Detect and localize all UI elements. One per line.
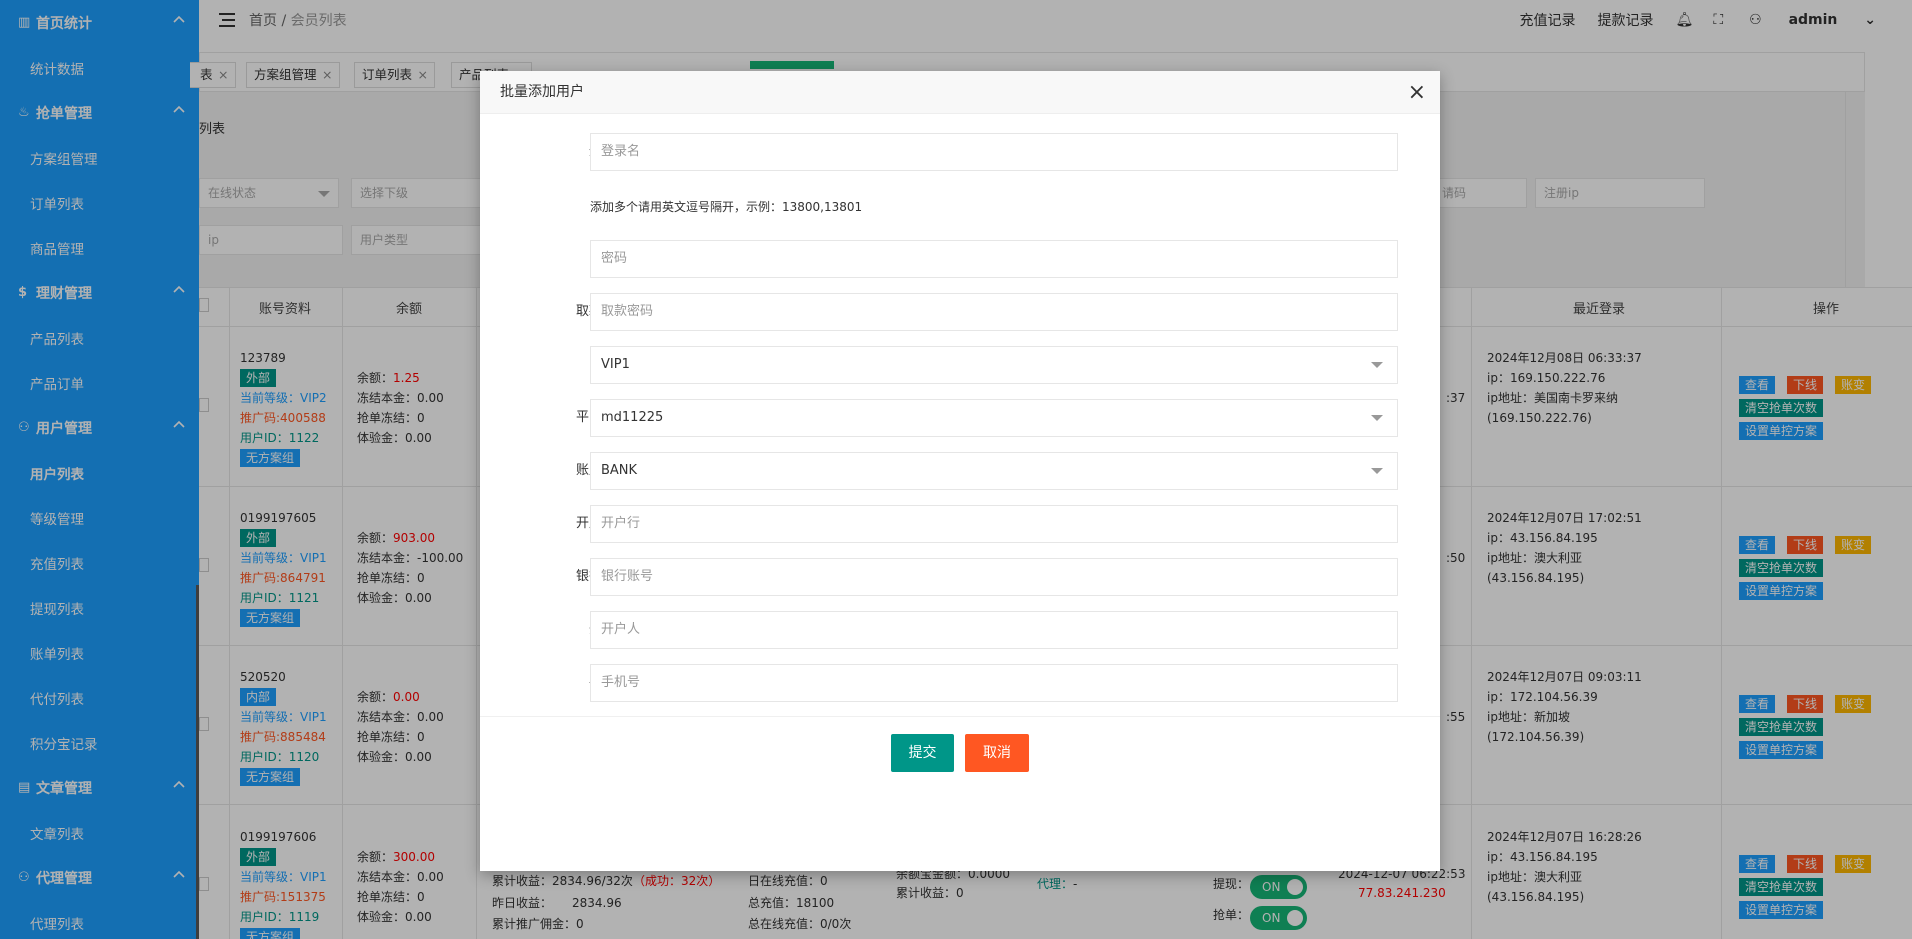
batch-add-user-dialog: 批量添加用户 × 登录名 * 登录名 密码 * 密码 取款密码 * 取款密码 等… [480, 71, 1440, 871]
form-row-password: 密码 * 密码 [480, 240, 1440, 278]
form-row-account-holder: 开户人 * 开户人 [480, 611, 1440, 649]
bank-account-input[interactable]: 银行账号 [590, 558, 1398, 596]
caret-down-icon [1371, 468, 1383, 474]
form-row-login-name: 登录名 * 登录名 [480, 133, 1440, 171]
close-icon[interactable]: × [1408, 71, 1426, 114]
dialog-title: 批量添加用户 [500, 84, 584, 100]
password-input[interactable]: 密码 [590, 240, 1398, 278]
form-row-withdraw-password: 取款密码 * 取款密码 [480, 293, 1440, 331]
caret-down-icon [1371, 415, 1383, 421]
login-name-input[interactable]: 登录名 [590, 133, 1398, 171]
select-value: md11225 [601, 410, 664, 425]
dialog-header: 批量添加用户 × [480, 71, 1440, 114]
input-placeholder: 银行账号 [601, 569, 654, 584]
bank-name-input[interactable]: 开户行 [590, 505, 1398, 543]
form-row-bank-account: 银行账号 * 银行账号 [480, 558, 1440, 596]
form-row-phone: 手机号 * 手机号 [480, 664, 1440, 702]
phone-input[interactable]: 手机号 [590, 664, 1398, 702]
input-placeholder: 手机号 [601, 675, 641, 690]
form-row-account-type: 账户类型 * BANK [480, 452, 1440, 490]
account-type-select[interactable]: BANK [590, 452, 1398, 490]
input-placeholder: 开户行 [601, 516, 641, 531]
level-select[interactable]: VIP1 [590, 346, 1398, 384]
select-value: VIP1 [601, 357, 630, 372]
input-placeholder: 登录名 [601, 144, 641, 159]
form-row-platform-agent: 平台代理 md11225 [480, 399, 1440, 437]
cancel-button[interactable]: 取消 [965, 734, 1029, 772]
caret-down-icon [1371, 362, 1383, 368]
platform-agent-select[interactable]: md11225 [590, 399, 1398, 437]
input-placeholder: 密码 [601, 251, 628, 266]
form-row-bank-name: 开户银行 * 开户行 [480, 505, 1440, 543]
account-holder-input[interactable]: 开户人 [590, 611, 1398, 649]
submit-button[interactable]: 提交 [891, 734, 954, 772]
input-placeholder: 开户人 [601, 622, 641, 637]
dialog-footer-divider [480, 716, 1440, 717]
form-row-level: 等级 * VIP1 [480, 346, 1440, 384]
withdraw-password-input[interactable]: 取款密码 [590, 293, 1398, 331]
select-value: BANK [601, 463, 638, 478]
login-name-hint: 添加多个请用英文逗号隔开，示例：13800,13801 [590, 200, 863, 214]
input-placeholder: 取款密码 [601, 304, 654, 319]
